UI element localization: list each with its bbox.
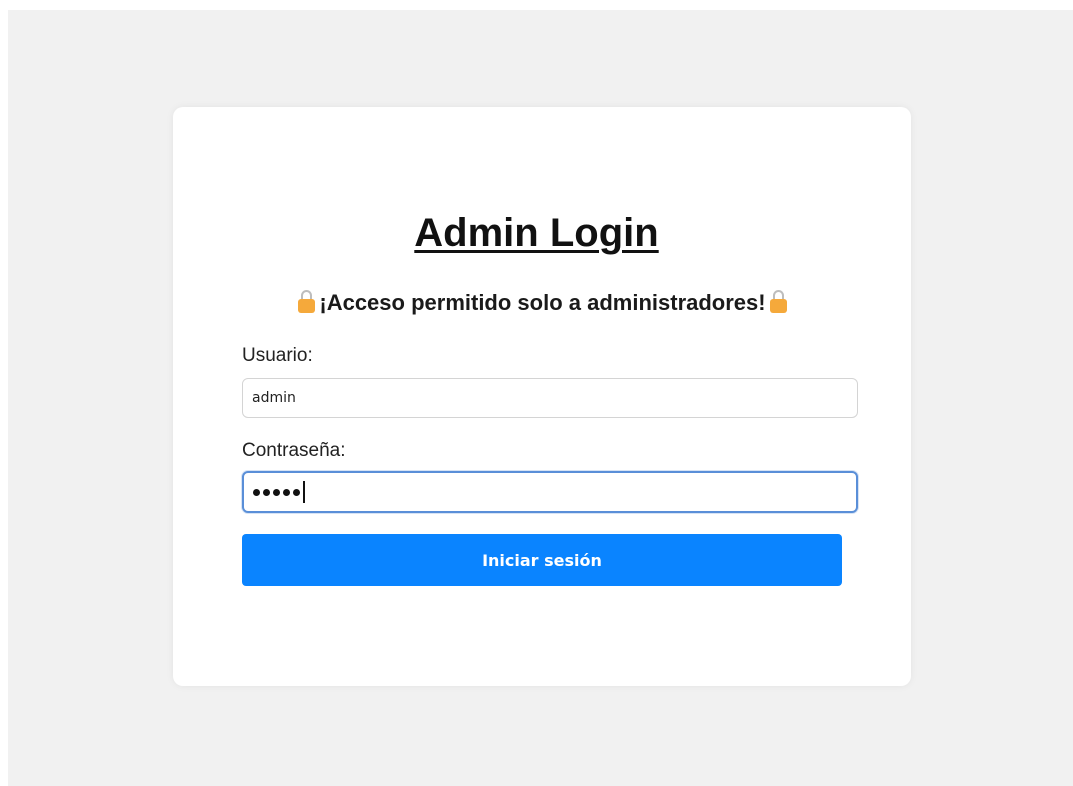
- login-button[interactable]: Iniciar sesión: [242, 534, 842, 586]
- text-cursor: [303, 481, 305, 503]
- lock-icon: [769, 290, 787, 314]
- password-input[interactable]: [242, 471, 858, 513]
- access-warning: ¡Acceso permitido solo a administradores…: [0, 288, 1073, 318]
- password-mask-dot: [263, 488, 270, 496]
- page-title: Admin Login: [414, 211, 659, 255]
- username-input[interactable]: admin: [242, 378, 858, 418]
- password-mask-dot: [273, 488, 280, 496]
- password-label: Contraseña:: [242, 440, 346, 461]
- password-mask-dot: [253, 488, 260, 496]
- username-value: admin: [252, 390, 296, 406]
- access-warning-text: ¡Acceso permitido solo a administradores…: [319, 290, 766, 315]
- username-label: Usuario:: [242, 345, 313, 366]
- password-mask-dot: [293, 488, 300, 496]
- lock-icon: [298, 290, 316, 314]
- password-mask-dot: [283, 488, 290, 496]
- password-mask: [253, 488, 303, 496]
